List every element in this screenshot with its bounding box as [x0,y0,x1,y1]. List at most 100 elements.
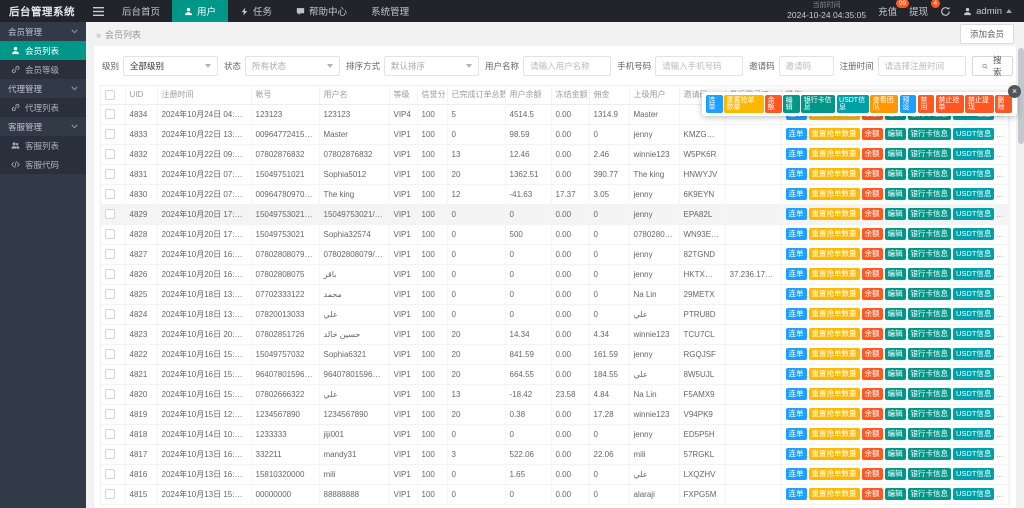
action-button-连单[interactable]: 连单 [785,267,807,281]
row-more-button[interactable]: ... [996,250,1003,259]
action-button-重置抢单数量[interactable]: 重置抢单数量 [808,287,860,301]
action-button-银行卡信息[interactable]: 银行卡信息 [907,427,951,441]
action-button-编辑[interactable]: 编辑 [884,467,906,481]
admin-menu[interactable]: admin [963,6,1012,17]
action-button-重置抢单数量[interactable]: 重置抢单数量 [808,487,860,501]
action-button-银行卡信息[interactable]: 银行卡信息 [907,387,951,401]
action-button-连单[interactable]: 连单 [785,307,807,321]
action-button-USDT信息[interactable]: USDT信息 [836,95,869,113]
action-button-连单[interactable]: 连单 [785,247,807,261]
row-more-button[interactable]: ... [996,490,1003,499]
action-button-编辑[interactable]: 编辑 [884,287,906,301]
action-button-余额[interactable]: 余额 [861,187,883,201]
row-more-button[interactable]: ... [996,230,1003,239]
row-more-button[interactable]: ... [996,450,1003,459]
action-button-编辑[interactable]: 编辑 [884,307,906,321]
sidebar-item-代理列表[interactable]: 代理列表 [0,98,86,117]
action-button-USDT信息[interactable]: USDT信息 [953,307,995,321]
action-button-银行卡信息[interactable]: 银行卡信息 [907,207,951,221]
action-button-余额[interactable]: 余额 [861,307,883,321]
action-button-重置抢单数量[interactable]: 重置抢单数量 [808,167,860,181]
action-button-重置抢单数量[interactable]: 重置抢单数量 [808,267,860,281]
action-button-连单[interactable]: 连单 [706,95,723,113]
action-button-连单[interactable]: 连单 [785,327,807,341]
action-button-银行卡信息[interactable]: 银行卡信息 [907,127,951,141]
action-button-连单[interactable]: 连单 [785,287,807,301]
row-more-button[interactable]: ... [996,290,1003,299]
action-button-连单[interactable]: 连单 [785,207,807,221]
action-button-银行卡信息[interactable]: 银行卡信息 [907,187,951,201]
action-button-重置抢单数量[interactable]: 重置抢单数量 [724,95,764,113]
sidebar-item-客服代码[interactable]: 客服代码 [0,155,86,174]
action-button-重置抢单数量[interactable]: 重置抢单数量 [808,447,860,461]
action-button-余额[interactable]: 余额 [861,347,883,361]
search-button[interactable]: 搜索 [971,55,1014,77]
action-button-编辑[interactable]: 编辑 [884,147,906,161]
action-button-银行卡信息[interactable]: 银行卡信息 [907,467,951,481]
action-button-连单[interactable]: 连单 [785,467,807,481]
action-button-USDT信息[interactable]: USDT信息 [953,247,995,261]
row-more-button[interactable]: ... [996,330,1003,339]
action-button-银行卡信息[interactable]: 银行卡信息 [907,267,951,281]
row-checkbox[interactable] [105,209,115,219]
action-button-USDT信息[interactable]: USDT信息 [953,447,995,461]
action-button-重置抢单数量[interactable]: 重置抢单数量 [808,147,860,161]
action-button-重置抢单数量[interactable]: 重置抢单数量 [808,207,860,221]
action-button-重置抢单数量[interactable]: 重置抢单数量 [808,307,860,321]
row-checkbox[interactable] [105,349,115,359]
action-button-编辑[interactable]: 编辑 [884,227,906,241]
action-button-删除[interactable]: 删除 [995,95,1012,113]
row-checkbox[interactable] [105,109,115,119]
action-button-余额[interactable]: 余额 [861,407,883,421]
action-button-编辑[interactable]: 编辑 [884,367,906,381]
action-button-编辑[interactable]: 编辑 [884,327,906,341]
add-member-button[interactable]: 添加会员 [959,24,1014,44]
action-button-余额[interactable]: 余额 [861,487,883,501]
action-button-银行卡信息[interactable]: 银行卡信息 [907,487,951,501]
action-button-连单[interactable]: 连单 [785,347,807,361]
status-select[interactable]: 所有状态 [245,56,341,76]
action-button-USDT信息[interactable]: USDT信息 [953,327,995,341]
row-more-button[interactable]: ... [996,210,1003,219]
action-button-重置抢单数量[interactable]: 重置抢单数量 [808,367,860,381]
row-checkbox[interactable] [105,449,115,459]
action-button-银行卡信息[interactable]: 银行卡信息 [907,367,951,381]
action-button-USDT信息[interactable]: USDT信息 [953,187,995,201]
row-checkbox[interactable] [105,289,115,299]
action-button-连单[interactable]: 连单 [785,427,807,441]
action-button-编辑[interactable]: 编辑 [884,487,906,501]
action-button-重置抢单数量[interactable]: 重置抢单数量 [808,347,860,361]
nav-item-0[interactable]: 后台首页 [110,0,172,22]
nav-item-3[interactable]: 帮助中心 [284,0,359,22]
row-checkbox[interactable] [105,409,115,419]
action-button-余额[interactable]: 余额 [861,327,883,341]
action-button-银行卡信息[interactable]: 银行卡信息 [907,407,951,421]
action-button-余额[interactable]: 余额 [861,447,883,461]
action-button-USDT信息[interactable]: USDT信息 [953,427,995,441]
action-button-重置抢单数量[interactable]: 重置抢单数量 [808,387,860,401]
action-button-查看团队[interactable]: 查看团队 [870,95,899,113]
action-button-USDT信息[interactable]: USDT信息 [953,167,995,181]
row-checkbox[interactable] [105,249,115,259]
action-button-连单[interactable]: 连单 [785,487,807,501]
action-button-银行卡信息[interactable]: 银行卡信息 [907,227,951,241]
row-more-button[interactable]: ... [996,430,1003,439]
row-checkbox[interactable] [105,469,115,479]
sidebar-group-0[interactable]: 会员管理 [0,22,86,41]
action-button-重置抢单数量[interactable]: 重置抢单数量 [808,187,860,201]
withdraw-link[interactable]: 提现 4 [909,0,941,18]
action-button-编辑[interactable]: 编辑 [884,347,906,361]
action-button-USDT信息[interactable]: USDT信息 [953,127,995,141]
action-button-禁止提现[interactable]: 禁止提现 [965,95,994,113]
row-more-button[interactable]: ... [996,150,1003,159]
action-button-编辑[interactable]: 编辑 [884,167,906,181]
phone-input[interactable] [655,56,744,76]
action-button-重置抢单数量[interactable]: 重置抢单数量 [808,127,860,141]
action-button-连单[interactable]: 连单 [785,407,807,421]
action-button-余额[interactable]: 余额 [861,167,883,181]
action-button-编辑[interactable]: 编辑 [783,95,800,113]
action-button-连单[interactable]: 连单 [785,147,807,161]
row-checkbox[interactable] [105,169,115,179]
action-button-编辑[interactable]: 编辑 [884,207,906,221]
action-button-余额[interactable]: 余额 [861,147,883,161]
